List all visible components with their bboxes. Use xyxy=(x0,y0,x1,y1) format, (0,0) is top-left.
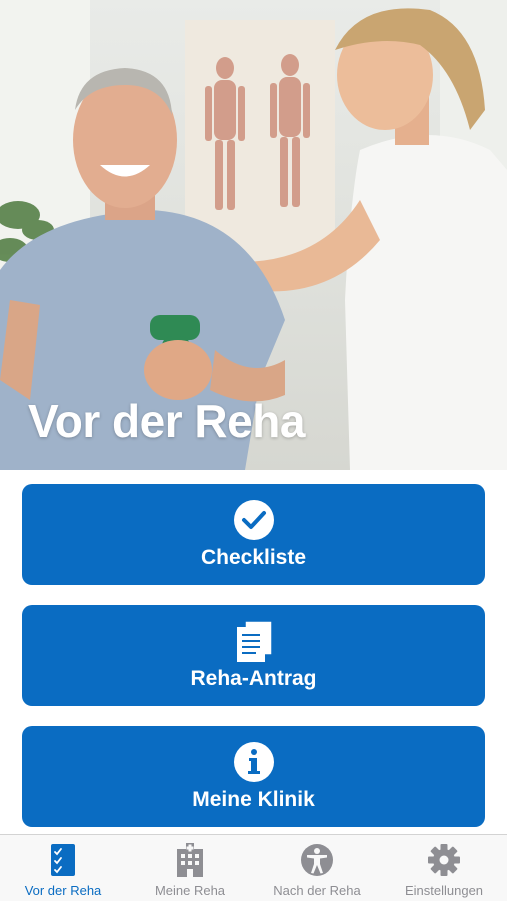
accessibility-icon xyxy=(300,843,334,877)
checklist-icon xyxy=(46,843,80,877)
reha-antrag-label: Reha-Antrag xyxy=(190,667,317,690)
checkliste-label: Checkliste xyxy=(200,546,307,569)
tab-nach-der-reha-label: Nach der Reha xyxy=(273,883,361,898)
checkmark-circle-icon xyxy=(232,498,276,542)
documents-icon xyxy=(232,619,276,663)
tab-vor-der-reha[interactable]: Vor der Reha xyxy=(0,835,126,901)
hero-title: Vor der Reha xyxy=(28,395,305,447)
info-circle-icon xyxy=(232,740,276,784)
tab-meine-reha-label: Meine Reha xyxy=(154,883,226,898)
tab-meine-reha[interactable]: Meine Reha xyxy=(127,835,253,901)
tab-einstellungen-label: Einstellungen xyxy=(404,883,484,898)
meine-klinik-label: Meine Klinik xyxy=(192,788,315,811)
tab-einstellungen[interactable]: Einstellungen xyxy=(381,835,507,901)
meine-klinik-button[interactable]: Meine Klinik xyxy=(22,726,485,827)
tab-vor-der-reha-label: Vor der Reha xyxy=(24,883,102,898)
checkliste-button[interactable]: Checkliste xyxy=(22,484,485,585)
hospital-icon xyxy=(173,843,207,877)
reha-antrag-button[interactable]: Reha-Antrag xyxy=(22,605,485,706)
hero-image: Vor der Reha xyxy=(0,0,507,470)
tab-bar: Vor der Reha Meine Reha Nach der Reha Ei… xyxy=(0,834,507,901)
gear-icon xyxy=(427,843,461,877)
tab-nach-der-reha[interactable]: Nach der Reha xyxy=(254,835,380,901)
